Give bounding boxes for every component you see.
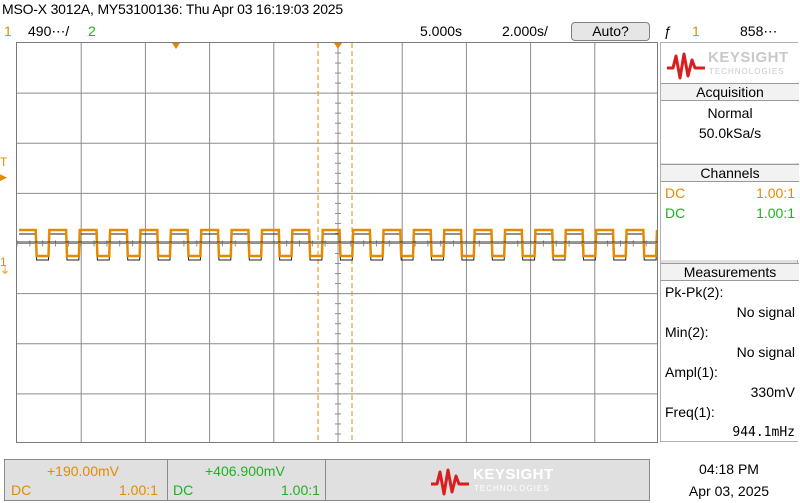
ch2-bottom-coupling[interactable]: DC [173,482,193,498]
sample-rate: 50.0kSa/s [698,125,762,141]
keysight-bottom-logo: KEYSIGHT TECHNOLOGIES [431,464,571,498]
acquisition-section: Normal 50.0kSa/s [661,101,799,163]
time-reference-marker [334,43,342,49]
channel-info-bar: +190.00mV DC 1.00:1 +406.900mV DC 1.00:1… [4,459,650,501]
ch2-probe-ratio[interactable]: 1.00:1 [756,205,795,221]
trigger-level-marker[interactable]: T [0,155,7,169]
measurement-name: Pk-Pk(2): [665,284,724,300]
acquisition-header[interactable]: Acquisition [661,83,799,101]
trigger-level[interactable]: 858⋯ [740,23,777,40]
status-bar: 1 490⋯/ 2 5.000s 2.000s/ ƒ 1 858⋯ [0,21,800,41]
measurement-value: 944.1mHz [732,425,795,440]
ch1-bottom-coupling[interactable]: DC [11,482,31,498]
trigger-position-marker [172,43,180,49]
measurement-name: Freq(1): [665,404,715,420]
delay-readout[interactable]: 2.000s/ [502,23,548,39]
graticule-svg [17,43,657,442]
measurements-header[interactable]: Measurements [661,263,799,281]
measurement-value: No signal [736,304,795,320]
keysight-wave-icon [667,52,705,80]
ch1-probe-ratio[interactable]: 1.00:1 [756,185,795,201]
ground-icon: ⏚ [0,266,10,277]
acquisition-mode: Normal [707,105,753,121]
trigger-edge-icon[interactable]: ƒ [664,23,672,39]
waveform-display[interactable] [16,42,658,443]
timebase-readout[interactable]: 5.000s [420,23,462,39]
auto-trigger-button[interactable]: Auto? [571,22,650,41]
measurement-name: Min(2): [665,324,709,340]
measurement-value: 330mV [750,384,795,400]
brand-sub: TECHNOLOGIES [709,67,785,76]
ch2-coupling[interactable]: DC [665,205,685,221]
trigger-arrow-icon: ▶ [0,172,7,182]
ch1-scale[interactable]: 490⋯/ [28,23,69,40]
ch2-bottom-probe[interactable]: 1.00:1 [281,482,320,498]
right-info-panel: KEYSIGHT TECHNOLOGIES Acquisition Normal… [660,42,799,442]
keysight-logo: KEYSIGHT TECHNOLOGIES [661,43,799,87]
brand-name: KEYSIGHT [473,466,554,483]
clock-time: 04:18 PM [699,461,759,477]
divider [325,460,326,500]
divider [167,460,168,500]
channels-section: DC 1.00:1 DC 1.00:1 [661,182,799,260]
brand-sub: TECHNOLOGIES [474,484,550,493]
trigger-source[interactable]: 1 [692,23,700,39]
clock-date: Apr 03, 2025 [688,483,770,499]
measurement-value: No signal [736,344,795,360]
ch1-bottom-probe[interactable]: 1.00:1 [119,482,158,498]
window-title: MSO-X 3012A, MY53100136: Thu Apr 03 16:1… [2,1,343,17]
ch1-number[interactable]: 1 [4,23,12,39]
channels-header[interactable]: Channels [661,164,799,182]
measurements-section: Pk-Pk(2): No signal Min(2): No signal Am… [661,281,799,441]
ch1-coupling[interactable]: DC [665,185,685,201]
keysight-wave-icon [431,468,469,496]
ch2-offset[interactable]: +406.900mV [205,463,285,479]
measurement-name: Ampl(1): [665,364,718,380]
brand-name: KEYSIGHT [708,49,789,66]
ch1-offset[interactable]: +190.00mV [47,463,119,479]
ch2-number[interactable]: 2 [88,23,96,39]
